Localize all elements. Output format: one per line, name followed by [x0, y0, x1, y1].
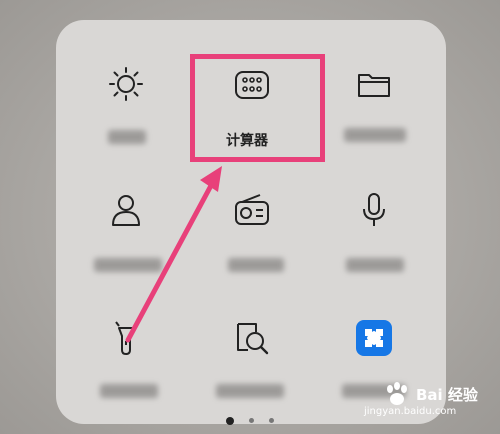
magnifier-icon [237, 323, 269, 355]
watermark-brand: Bai 经验 [416, 386, 478, 404]
app-label-blurred [346, 258, 404, 272]
app-label-blurred [94, 258, 162, 272]
flashlight-icon [115, 321, 134, 355]
paw-logo-icon [387, 382, 407, 405]
page-dot[interactable] [249, 418, 254, 423]
microphone-icon [363, 193, 385, 226]
radio-icon [235, 194, 269, 225]
app-label-blurred [108, 130, 146, 144]
app-label-blurred [100, 384, 158, 398]
person-icon [112, 195, 140, 226]
highlight-box [190, 54, 325, 162]
app-label-blurred [344, 128, 406, 142]
app-label-blurred [228, 258, 284, 272]
baidu-watermark: Bai 经验 jingyan.baidu.com [364, 382, 484, 422]
folder-icon [358, 74, 390, 97]
sun-icon [109, 67, 143, 101]
watermark-url: jingyan.baidu.com [364, 406, 457, 417]
page-dot-active[interactable] [225, 416, 234, 425]
app-label-blurred [216, 384, 284, 398]
puzzle-icon [356, 320, 392, 356]
